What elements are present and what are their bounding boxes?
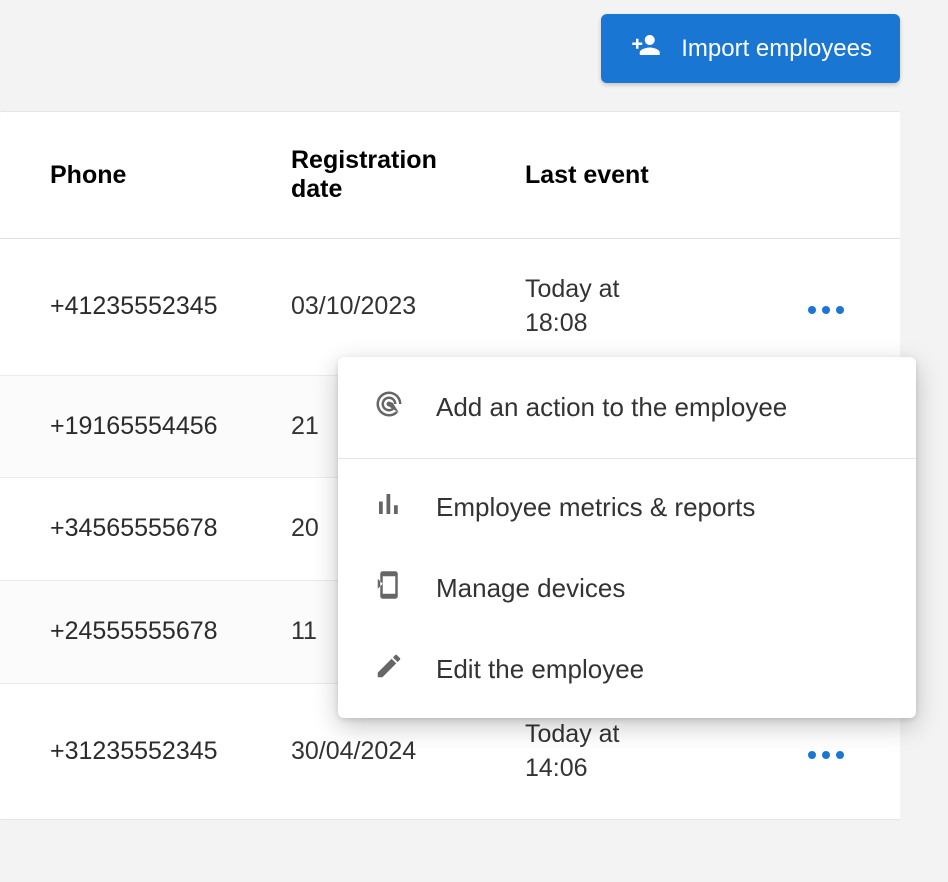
toolbar: Import employees [0, 0, 948, 111]
menu-item-metrics[interactable]: Employee metrics & reports [338, 459, 916, 548]
target-icon [374, 389, 404, 426]
bar-chart-icon [374, 489, 404, 526]
import-employees-button[interactable]: Import employees [601, 14, 900, 83]
phone-cell: +19165554456 [0, 375, 279, 478]
menu-item-label: Employee metrics & reports [436, 492, 755, 523]
phone-cell: +31235552345 [0, 683, 279, 819]
phone-cell: +41235552345 [0, 239, 279, 376]
pencil-icon [374, 651, 404, 688]
column-header-actions [765, 112, 900, 239]
phone-cell: +24555555678 [0, 581, 279, 684]
import-employees-label: Import employees [681, 35, 872, 63]
device-icon [374, 570, 404, 607]
last-event-cell: Today at 18:08 [513, 239, 765, 376]
more-icon[interactable] [808, 306, 844, 314]
menu-item-edit-employee[interactable]: Edit the employee [338, 629, 916, 718]
menu-item-label: Manage devices [436, 573, 625, 604]
menu-item-manage-devices[interactable]: Manage devices [338, 548, 916, 629]
table-row[interactable]: +41235552345 03/10/2023 Today at 18:08 [0, 239, 900, 376]
registration-cell: 03/10/2023 [279, 239, 513, 376]
more-icon[interactable] [808, 751, 844, 759]
menu-item-label: Add an action to the employee [436, 392, 787, 423]
menu-item-add-action[interactable]: Add an action to the employee [338, 357, 916, 459]
phone-cell: +34565555678 [0, 478, 279, 581]
column-header-last-event[interactable]: Last event [513, 112, 765, 239]
person-add-icon [629, 30, 663, 67]
column-header-registration[interactable]: Registration date [279, 112, 513, 239]
menu-item-label: Edit the employee [436, 654, 644, 685]
row-actions-menu: Add an action to the employee Employee m… [338, 357, 916, 718]
column-header-phone[interactable]: Phone [0, 112, 279, 239]
